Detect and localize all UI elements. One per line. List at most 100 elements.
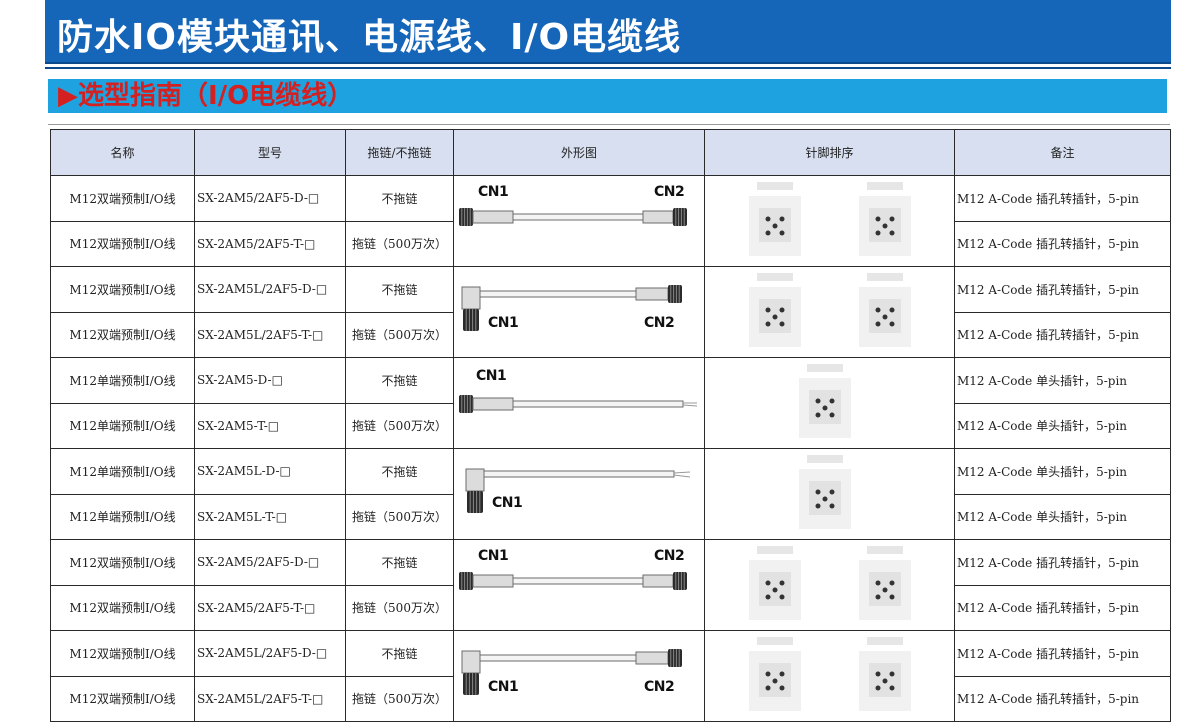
- cell-figure: CN1 CN2: [453, 630, 705, 722]
- pinout-diagram: [706, 177, 954, 266]
- col-header-note: 备注: [954, 129, 1171, 176]
- cell-figure: CN1: [453, 357, 705, 449]
- pinout-illustration: [749, 273, 911, 347]
- cell-figure: CN1 CN2: [453, 539, 705, 631]
- cn2-label: CN2: [654, 548, 685, 564]
- cell-name: M12双端预制I/O线: [50, 175, 195, 222]
- pinout-diagram: [706, 541, 954, 630]
- cell-figure: CN1 CN2: [453, 175, 705, 267]
- col-header-pinout: 针脚排序: [704, 129, 955, 176]
- cn1-label: CN1: [488, 679, 519, 695]
- cell-note: M12 A-Code 单头插针，5-pin: [954, 448, 1171, 495]
- cn1-label: CN1: [476, 368, 507, 384]
- title-banner: 防水IO模块通讯、电源线、I/O电缆线: [45, 0, 1171, 64]
- cable-illustration: [461, 285, 682, 331]
- cell-drag: 拖链（500万次）: [345, 675, 454, 722]
- table-body: M12双端预制I/O线 SX-2AM5/2AF5-D-□ 不拖链 CN1 CN2 M12 …: [50, 175, 1171, 722]
- cell-model: SX-2AM5L/2AF5-T-□: [194, 311, 346, 358]
- cable-drawing: CN1: [455, 359, 704, 448]
- cell-drag: 拖链（500万次）: [345, 220, 454, 267]
- table-row: M12双端预制I/O线 SX-2AM5L/2AF5-D-□ 不拖链 CN1 CN2 M12…: [50, 630, 1171, 722]
- cable-drawing: CN1 CN2: [455, 632, 704, 721]
- cell-name: M12双端预制I/O线: [50, 266, 195, 313]
- cell-drag: 不拖链: [345, 266, 454, 313]
- section-rule: [48, 124, 1170, 125]
- cell-pinout: [704, 448, 955, 540]
- cell-model: SX-2AM5L/2AF5-T-□: [194, 675, 346, 722]
- cell-name: M12双端预制I/O线: [50, 675, 195, 722]
- cell-note: M12 A-Code 单头插针，5-pin: [954, 357, 1171, 404]
- cell-model: SX-2AM5L/2AF5-D-□: [194, 630, 346, 677]
- pinout-illustration: [749, 182, 911, 256]
- cell-pinout: [704, 266, 955, 358]
- pinout-illustration: [799, 364, 851, 438]
- cell-pinout: [704, 630, 955, 722]
- title-rule: [45, 67, 1171, 69]
- table-header-row: 名称 型号 拖链/不拖链 外形图 针脚排序 备注: [50, 129, 1171, 176]
- table-row: M12双端预制I/O线 SX-2AM5/2AF5-D-□ 不拖链 CN1 CN2 M12 …: [50, 539, 1171, 631]
- pinout-diagram: [706, 632, 954, 721]
- pinout-illustration: [799, 455, 851, 529]
- cell-name: M12双端预制I/O线: [50, 630, 195, 677]
- cell-name: M12单端预制I/O线: [50, 493, 195, 540]
- cell-drag: 拖链（500万次）: [345, 402, 454, 449]
- pinout-diagram: [706, 268, 954, 357]
- cell-drag: 不拖链: [345, 539, 454, 586]
- cell-figure: CN1 CN2: [453, 266, 705, 358]
- cable-drawing: CN1: [455, 450, 704, 539]
- cn1-label: CN1: [478, 184, 509, 200]
- cable-illustration: [465, 468, 691, 513]
- cell-drag: 拖链（500万次）: [345, 493, 454, 540]
- cell-name: M12双端预制I/O线: [50, 311, 195, 358]
- cn2-label: CN2: [654, 184, 685, 200]
- cell-name: M12双端预制I/O线: [50, 584, 195, 631]
- cell-note: M12 A-Code 单头插针，5-pin: [954, 493, 1171, 540]
- cell-note: M12 A-Code 插孔转插针，5-pin: [954, 584, 1171, 631]
- cable-drawing: CN1 CN2: [455, 177, 704, 266]
- cable-drawing: CN1 CN2: [455, 268, 704, 357]
- cell-drag: 不拖链: [345, 357, 454, 404]
- cell-pinout: [704, 175, 955, 267]
- cell-model: SX-2AM5/2AF5-D-□: [194, 539, 346, 586]
- table-row: M12单端预制I/O线 SX-2AM5-D-□ 不拖链 CN1 M12 A-Code 单…: [50, 357, 1171, 449]
- cell-note: M12 A-Code 插孔转插针，5-pin: [954, 311, 1171, 358]
- cell-drag: 不拖链: [345, 448, 454, 495]
- cell-note: M12 A-Code 单头插针，5-pin: [954, 402, 1171, 449]
- cell-note: M12 A-Code 插孔转插针，5-pin: [954, 675, 1171, 722]
- cn1-label: CN1: [478, 548, 509, 564]
- cable-illustration: [461, 649, 682, 695]
- cell-pinout: [704, 357, 955, 449]
- cell-note: M12 A-Code 插孔转插针，5-pin: [954, 266, 1171, 313]
- cell-drag: 拖链（500万次）: [345, 311, 454, 358]
- col-header-figure: 外形图: [453, 129, 705, 176]
- page-title: 防水IO模块通讯、电源线、I/O电缆线: [57, 17, 682, 58]
- cable-drawing: CN1 CN2: [455, 541, 704, 630]
- cn2-label: CN2: [644, 679, 675, 695]
- cell-note: M12 A-Code 插孔转插针，5-pin: [954, 630, 1171, 677]
- cell-model: SX-2AM5/2AF5-D-□: [194, 175, 346, 222]
- cell-name: M12单端预制I/O线: [50, 402, 195, 449]
- cell-model: SX-2AM5/2AF5-T-□: [194, 220, 346, 267]
- pinout-illustration: [749, 637, 911, 711]
- cell-model: SX-2AM5/2AF5-T-□: [194, 584, 346, 631]
- selection-table: 名称 型号 拖链/不拖链 外形图 针脚排序 备注 M12双端预制I/O线 SX-2…: [50, 129, 1171, 722]
- cell-model: SX-2AM5L/2AF5-D-□: [194, 266, 346, 313]
- pinout-diagram: [706, 450, 954, 539]
- cell-name: M12单端预制I/O线: [50, 448, 195, 495]
- cn2-label: CN2: [644, 315, 675, 331]
- col-header-model: 型号: [194, 129, 346, 176]
- cell-name: M12双端预制I/O线: [50, 539, 195, 586]
- cell-model: SX-2AM5L-T-□: [194, 493, 346, 540]
- col-header-drag: 拖链/不拖链: [345, 129, 454, 176]
- cell-note: M12 A-Code 插孔转插针，5-pin: [954, 539, 1171, 586]
- cn1-label: CN1: [488, 315, 519, 331]
- col-header-name: 名称: [50, 129, 195, 176]
- cn1-label: CN1: [492, 495, 523, 511]
- cell-pinout: [704, 539, 955, 631]
- cell-drag: 不拖链: [345, 175, 454, 222]
- cell-name: M12单端预制I/O线: [50, 357, 195, 404]
- cell-drag: 不拖链: [345, 630, 454, 677]
- cell-note: M12 A-Code 插孔转插针，5-pin: [954, 175, 1171, 222]
- cell-figure: CN1: [453, 448, 705, 540]
- table-row: M12双端预制I/O线 SX-2AM5L/2AF5-D-□ 不拖链 CN1 CN2 M12…: [50, 266, 1171, 358]
